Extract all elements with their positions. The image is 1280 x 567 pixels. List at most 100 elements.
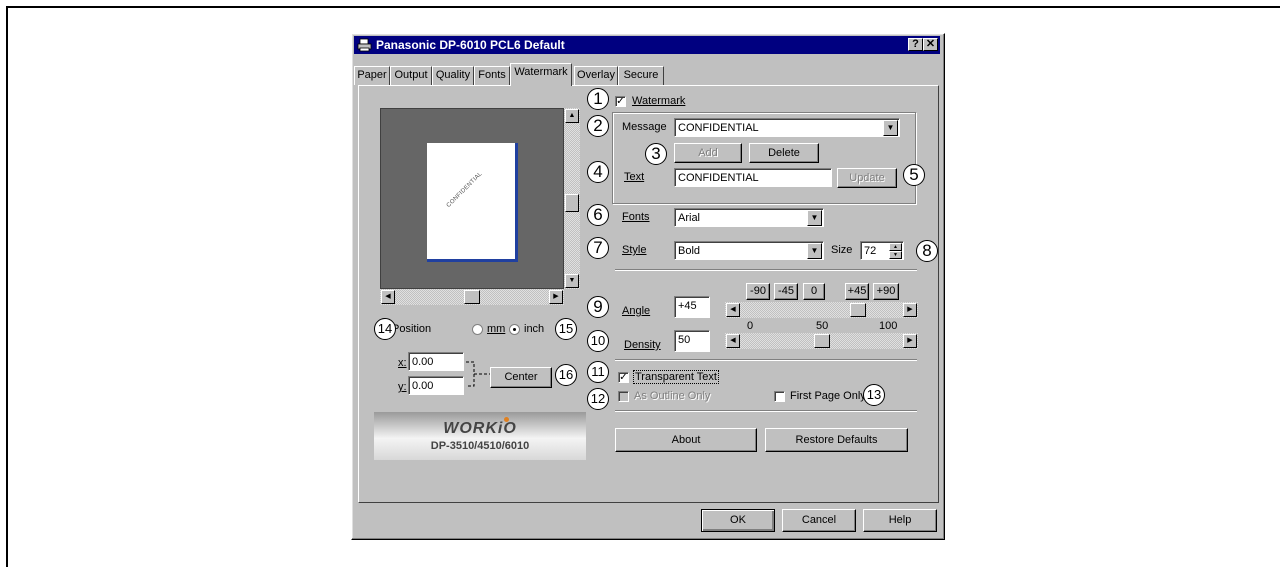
spin-down-icon[interactable]: ▼ [889, 251, 902, 259]
angle-slider-thumb[interactable] [850, 303, 867, 317]
spin-up-icon[interactable]: ▲ [889, 243, 902, 251]
scroll-down-icon[interactable]: ▼ [565, 274, 579, 288]
fonts-label: Fonts [622, 211, 650, 223]
callout-1: 1 [587, 88, 609, 110]
restore-defaults-button[interactable]: Restore Defaults [765, 428, 908, 452]
separator-3 [615, 410, 917, 412]
tab-secure[interactable]: Secure [618, 66, 664, 85]
tab-paper[interactable]: Paper [354, 66, 390, 85]
angle-preset-plus90[interactable]: +90 [873, 283, 899, 300]
callout-3: 3 [645, 143, 667, 165]
callout-2: 2 [587, 115, 609, 137]
angle-slider[interactable]: ◀ ▶ [725, 302, 918, 318]
outline-only-label: As Outline Only [634, 390, 711, 402]
text-label: Text [624, 171, 645, 183]
density-input[interactable]: 50 [674, 330, 710, 352]
angle-preset-minus45[interactable]: -45 [774, 283, 798, 300]
logo-brand: WORKiO [443, 420, 517, 437]
fonts-dropdown[interactable]: Arial ▼ [674, 208, 824, 227]
mm-radio[interactable] [472, 324, 483, 335]
separator-1 [615, 269, 917, 271]
fonts-value: Arial [678, 212, 701, 224]
position-label: Position [392, 323, 432, 335]
message-value: CONFIDENTIAL [678, 122, 759, 134]
message-dropdown[interactable]: CONFIDENTIAL ▼ [674, 118, 900, 137]
density-slider[interactable]: ◀ ▶ [725, 333, 918, 349]
density-scale-100: 100 [879, 320, 898, 332]
first-page-only-checkbox[interactable] [774, 391, 785, 402]
callout-15: 15 [555, 318, 577, 340]
tab-fonts[interactable]: Fonts [474, 66, 510, 85]
logo-model: DP-3510/4510/6010 [430, 440, 530, 452]
tab-watermark[interactable]: Watermark [510, 63, 572, 86]
ok-button[interactable]: OK [701, 509, 775, 532]
callout-10: 10 [587, 330, 609, 352]
callout-12: 12 [587, 388, 609, 410]
density-label: Density [624, 339, 661, 351]
first-page-only-label: First Page Only [790, 390, 866, 402]
x-input[interactable]: 0.00 [408, 352, 464, 371]
cancel-button[interactable]: Cancel [782, 509, 856, 532]
logo-accent-icon [504, 417, 509, 422]
title-bar: Panasonic DP-6010 PCL6 Default ? ✕ [354, 36, 940, 54]
tab-output[interactable]: Output [390, 66, 432, 85]
callout-16: 16 [555, 364, 577, 386]
add-button[interactable]: Add [674, 143, 742, 163]
angle-preset-0[interactable]: 0 [803, 283, 825, 300]
separator-2 [615, 359, 917, 361]
chevron-down-icon[interactable]: ▼ [807, 243, 822, 259]
slider-right-icon[interactable]: ▶ [903, 303, 917, 317]
help-button[interactable]: Help [863, 509, 937, 532]
window-title: Panasonic DP-6010 PCL6 Default [376, 38, 565, 52]
scroll-left-icon[interactable]: ◀ [381, 290, 395, 304]
angle-preset-plus45[interactable]: +45 [845, 283, 869, 300]
scroll-up-icon[interactable]: ▲ [565, 109, 579, 123]
chevron-down-icon[interactable]: ▼ [883, 120, 898, 136]
slider-left-icon[interactable]: ◀ [726, 334, 740, 348]
workio-logo: WORKiO DP-3510/4510/6010 [374, 412, 586, 460]
size-spinner[interactable]: 72 ▲ ▼ [860, 241, 904, 260]
y-label: y: [398, 381, 407, 393]
about-button[interactable]: About [615, 428, 757, 452]
preview-vscrollbar[interactable]: ▲ ▼ [564, 108, 580, 289]
scroll-right-icon[interactable]: ▶ [549, 290, 563, 304]
preview-area: CONFIDENTIAL [380, 108, 564, 289]
callout-8: 8 [916, 240, 938, 262]
y-input[interactable]: 0.00 [408, 376, 464, 395]
center-button[interactable]: Center [490, 367, 552, 388]
style-dropdown[interactable]: Bold ▼ [674, 241, 824, 260]
close-title-button[interactable]: ✕ [923, 38, 938, 51]
printer-icon [357, 38, 372, 52]
angle-input[interactable]: +45 [674, 296, 710, 318]
delete-button[interactable]: Delete [749, 143, 819, 163]
angle-label: Angle [622, 305, 651, 317]
slider-right-icon[interactable]: ▶ [903, 334, 917, 348]
angle-preset-minus90[interactable]: -90 [746, 283, 770, 300]
size-value: 72 [864, 245, 877, 257]
hscroll-thumb[interactable] [464, 290, 480, 304]
chevron-down-icon[interactable]: ▼ [807, 210, 822, 226]
size-spin-buttons[interactable]: ▲ ▼ [889, 243, 902, 259]
update-button[interactable]: Update [837, 168, 897, 188]
transparent-text-label: Transparent Text [633, 370, 719, 384]
watermark-checkbox[interactable]: ✓ [615, 96, 626, 107]
slider-left-icon[interactable]: ◀ [726, 303, 740, 317]
inch-label: inch [524, 323, 545, 335]
tab-quality[interactable]: Quality [432, 66, 474, 85]
inch-radio[interactable] [509, 324, 520, 335]
preview-hscrollbar[interactable]: ◀ ▶ [380, 289, 564, 305]
tab-overlay[interactable]: Overlay [574, 66, 618, 85]
density-scale-0: 0 [747, 320, 754, 332]
mm-label: mm [487, 323, 506, 335]
help-title-button[interactable]: ? [908, 38, 923, 51]
message-label: Message [622, 121, 667, 133]
outline-only-checkbox[interactable] [618, 391, 629, 402]
callout-4: 4 [587, 161, 609, 183]
text-input[interactable]: CONFIDENTIAL [674, 168, 832, 187]
vscroll-thumb[interactable] [565, 194, 579, 212]
density-slider-thumb[interactable] [813, 334, 830, 348]
transparent-text-checkbox[interactable]: ✓ [618, 372, 629, 383]
callout-6: 6 [587, 204, 609, 226]
callout-13: 13 [863, 384, 885, 406]
preview-page: CONFIDENTIAL [427, 143, 518, 262]
